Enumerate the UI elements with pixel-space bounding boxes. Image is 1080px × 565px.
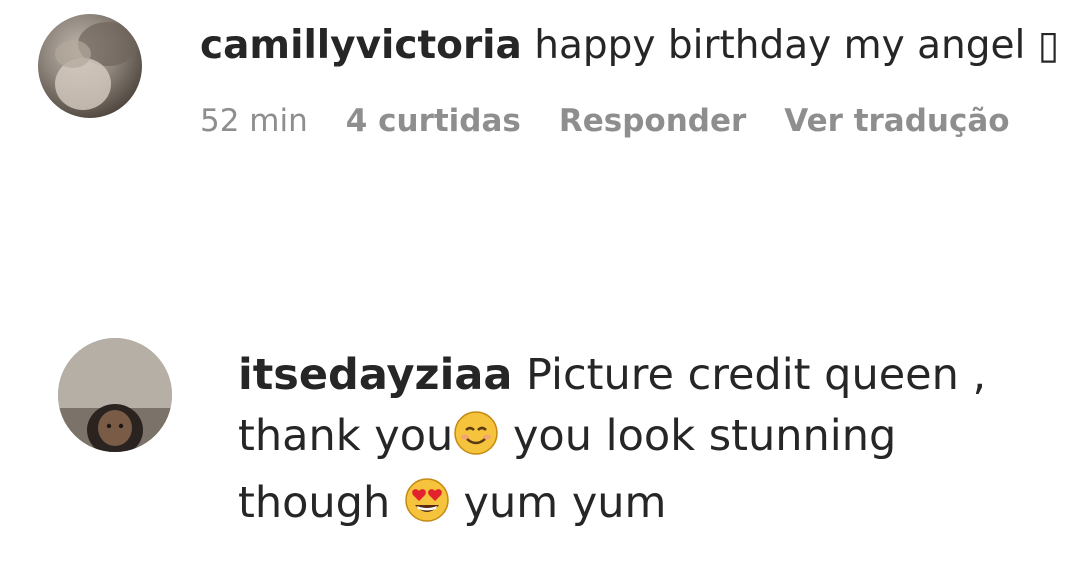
avatar[interactable] bbox=[58, 338, 172, 452]
heart-eyes-face-icon bbox=[404, 477, 450, 540]
smiling-face-icon bbox=[453, 410, 499, 473]
comment-time: 52 min bbox=[200, 103, 308, 139]
translate-button[interactable]: Ver tradução bbox=[784, 103, 1009, 139]
comment-text: itsedayziaa Picture credit queen , thank… bbox=[238, 345, 1038, 540]
comment-meta: 52 min 4 curtidas Responder Ver tradução bbox=[200, 103, 1010, 139]
reply-button[interactable]: Responder bbox=[559, 103, 746, 139]
comment-username[interactable]: camillyvictoria bbox=[200, 23, 522, 68]
comment-text: camillyvictoria happy birthday my angel … bbox=[200, 22, 1059, 70]
comment-likes[interactable]: 4 curtidas bbox=[346, 103, 521, 139]
comment-username[interactable]: itsedayziaa bbox=[238, 350, 512, 400]
comment-message: happy birthday my angel ▯ bbox=[534, 23, 1060, 68]
avatar[interactable] bbox=[38, 14, 142, 118]
comment-message-part3: yum yum bbox=[449, 478, 667, 528]
